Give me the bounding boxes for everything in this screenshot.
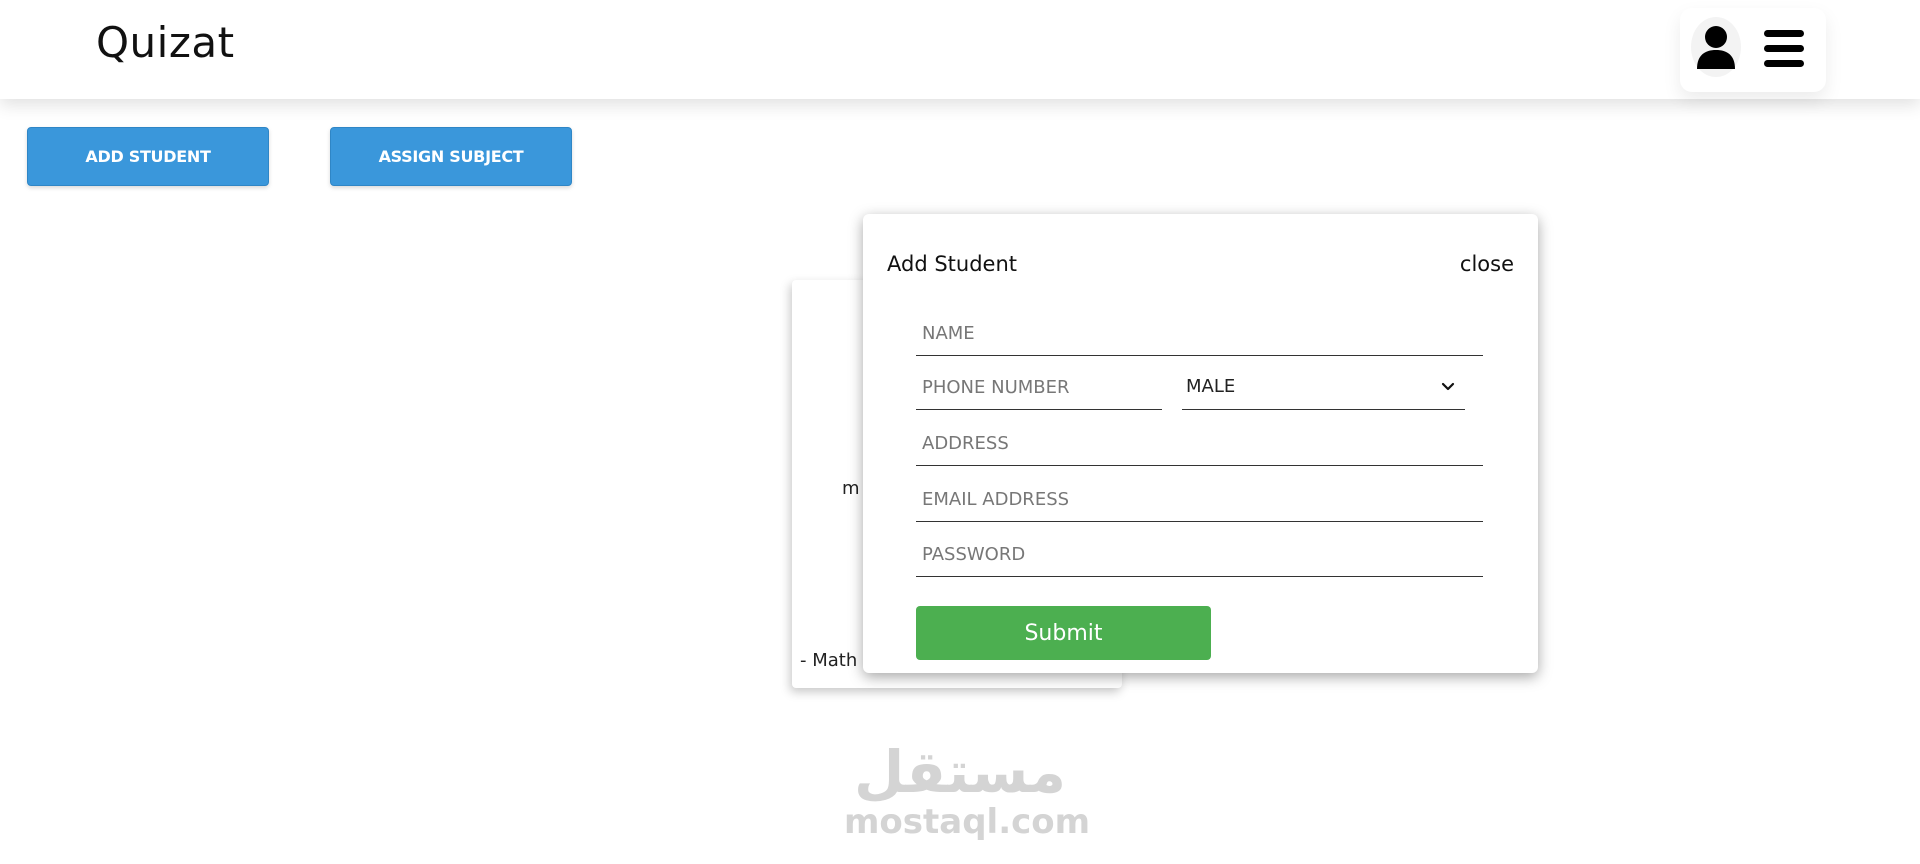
modal-title: Add Student — [887, 252, 1017, 276]
hamburger-menu-icon[interactable] — [1764, 28, 1804, 70]
name-field[interactable] — [916, 312, 1483, 356]
app-logo-title[interactable]: Quizat — [96, 18, 235, 67]
menu-bar — [1764, 45, 1804, 52]
watermark-arabic: مستقل — [853, 738, 1067, 806]
menu-bar — [1764, 60, 1804, 67]
password-field[interactable] — [916, 533, 1483, 577]
menu-bar — [1764, 30, 1804, 37]
gender-select-value: MALE — [1186, 376, 1236, 397]
close-button[interactable]: close — [1460, 252, 1514, 276]
header-actions — [1680, 8, 1826, 92]
watermark-latin: mostaql.com — [844, 802, 1091, 842]
assign-subject-button[interactable]: ASSIGN SUBJECT — [330, 127, 572, 186]
gender-select[interactable]: MALE — [1182, 366, 1465, 410]
user-icon[interactable] — [1691, 17, 1741, 77]
top-navbar: Quizat — [0, 0, 1920, 99]
add-student-modal: Add Student close MALE Submit — [863, 214, 1538, 673]
card-text-fragment: m — [842, 478, 860, 499]
card-subject-fragment: - Math — [800, 650, 858, 671]
chevron-down-icon — [1441, 382, 1455, 391]
submit-button[interactable]: Submit — [916, 606, 1211, 660]
address-field[interactable] — [916, 422, 1483, 466]
add-student-button[interactable]: ADD STUDENT — [27, 127, 269, 186]
user-silhouette-icon — [1697, 26, 1735, 69]
email-field[interactable] — [916, 478, 1483, 522]
watermark: مستقل mostaql.com — [844, 738, 1091, 842]
phone-number-field[interactable] — [916, 366, 1162, 410]
